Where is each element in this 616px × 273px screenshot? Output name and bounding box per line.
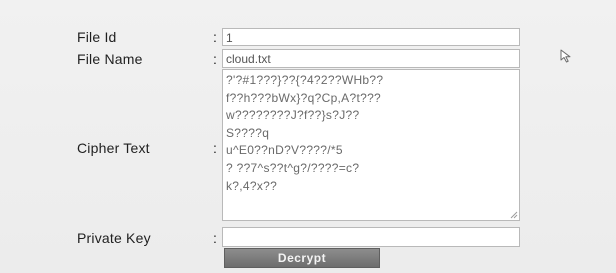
cipher-text-line: w????????J?f??}s?J?? [226, 108, 360, 123]
file-name-colon: : [213, 51, 217, 67]
decrypt-button[interactable]: Decrypt [224, 248, 380, 268]
cipher-text-label: Cipher Text [77, 140, 150, 156]
cipher-text-line: ?'?#1???}??{?4?2??WHb?? [226, 73, 384, 87]
mouse-pointer-icon [560, 49, 571, 63]
cipher-text-line: k?,4?x?? [226, 178, 278, 193]
cipher-text-area[interactable]: ?'?#1???}??{?4?2??WHb?? f??h???bWx}?q?Cp… [222, 69, 520, 221]
private-key-field[interactable] [222, 227, 520, 247]
cipher-text-line: f??h???bWx}?q?Cp,A?t??? [226, 90, 382, 105]
cipher-text-colon: : [213, 140, 217, 156]
resize-grip-icon[interactable] [509, 210, 518, 219]
private-key-colon: : [213, 230, 217, 246]
file-id-colon: : [213, 29, 217, 45]
cipher-text-line: u^E0??nD?V????/*5 [226, 143, 343, 158]
file-name-label: File Name [77, 51, 143, 67]
decrypt-form-panel: File Id : 1 File Name : cloud.txt Cipher… [0, 0, 616, 273]
file-name-field[interactable]: cloud.txt [222, 49, 520, 68]
cipher-text-line: ? ??7^s??t^g?/????=c? [226, 160, 360, 175]
private-key-label: Private Key [77, 230, 151, 246]
file-id-field[interactable]: 1 [222, 28, 520, 46]
cipher-text-line: S????q [226, 125, 270, 140]
file-id-label: File Id [77, 29, 117, 45]
